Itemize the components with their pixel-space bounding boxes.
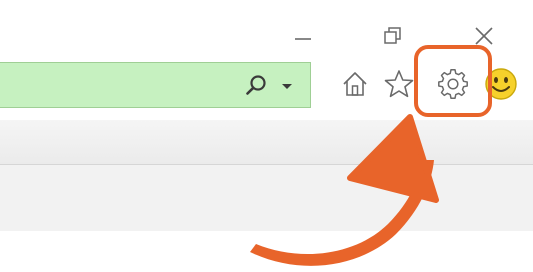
chevron-down-icon — [282, 84, 292, 89]
command-bar — [0, 120, 533, 165]
search-dropdown-button[interactable] — [276, 75, 298, 97]
restore-button[interactable] — [372, 18, 412, 54]
favorites-button[interactable] — [381, 66, 417, 102]
browser-window — [0, 0, 533, 272]
search-button[interactable] — [241, 70, 271, 100]
smiley-feedback-icon — [485, 68, 517, 100]
feedback-button[interactable] — [483, 66, 519, 102]
tab-strip-area — [0, 165, 533, 231]
settings-button[interactable] — [435, 66, 471, 102]
home-icon — [343, 72, 367, 96]
settings-gear-icon — [438, 69, 468, 99]
restore-icon — [384, 27, 401, 44]
address-bar — [0, 62, 311, 108]
address-input[interactable] — [0, 63, 246, 107]
minimize-button[interactable] — [283, 18, 323, 54]
favorites-star-icon — [384, 70, 414, 98]
close-button[interactable] — [464, 18, 504, 54]
search-icon — [246, 75, 266, 95]
home-button[interactable] — [337, 66, 373, 102]
minimize-icon — [295, 38, 311, 40]
close-icon — [475, 27, 493, 45]
page-content — [0, 231, 533, 272]
